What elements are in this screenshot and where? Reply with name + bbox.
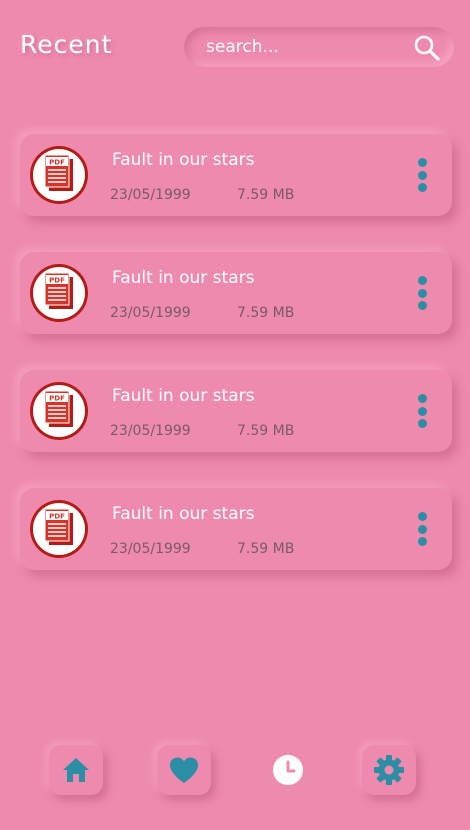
more-dot (417, 170, 427, 180)
home-icon (63, 758, 89, 782)
file-name: Fault in our stars (112, 268, 255, 288)
more-dot (417, 406, 427, 416)
nav-recent-button[interactable] (261, 745, 315, 795)
pdf-file-icon: PDF (30, 382, 88, 440)
gear-icon (374, 755, 404, 785)
more-options-button[interactable] (408, 512, 436, 546)
nav-favorites-button[interactable] (157, 745, 211, 795)
more-vertical-icon (417, 512, 427, 521)
nav-home-button[interactable] (49, 745, 103, 795)
more-vertical-icon (417, 394, 427, 403)
more-vertical-icon (417, 276, 427, 285)
more-dot (417, 288, 427, 298)
pdf-file-icon: PDF (30, 500, 88, 558)
recent-files-list: PDF Fault in our stars 23/05/1999 7.59 M… (20, 134, 452, 606)
more-dot (417, 301, 427, 310)
file-card[interactable]: PDF Fault in our stars 23/05/1999 7.59 M… (20, 370, 452, 452)
more-vertical-icon (417, 158, 427, 167)
file-name: Fault in our stars (112, 386, 255, 406)
file-size: 7.59 MB (237, 423, 295, 439)
svg-text:PDF: PDF (49, 159, 65, 167)
nav-settings-button[interactable] (362, 745, 416, 795)
file-date: 23/05/1999 (110, 423, 191, 439)
search-icon[interactable] (413, 34, 441, 62)
more-dot (417, 183, 427, 192)
pdf-file-icon: PDF (30, 146, 88, 204)
more-dot (417, 537, 427, 546)
file-name: Fault in our stars (112, 504, 255, 524)
more-dot (417, 419, 427, 428)
file-size: 7.59 MB (237, 305, 295, 321)
file-card[interactable]: PDF Fault in our stars 23/05/1999 7.59 M… (20, 488, 452, 570)
more-options-button[interactable] (408, 276, 436, 310)
heart-icon (170, 757, 198, 783)
svg-text:PDF: PDF (49, 277, 65, 285)
search-input[interactable] (206, 37, 416, 57)
bottom-navigation (0, 740, 470, 800)
file-date: 23/05/1999 (110, 541, 191, 557)
file-name: Fault in our stars (112, 150, 255, 170)
svg-text:PDF: PDF (49, 395, 65, 403)
file-card[interactable]: PDF Fault in our stars 23/05/1999 7.59 M… (20, 134, 452, 216)
more-dot (417, 524, 427, 534)
file-card[interactable]: PDF Fault in our stars 23/05/1999 7.59 M… (20, 252, 452, 334)
file-size: 7.59 MB (237, 541, 295, 557)
pdf-file-icon: PDF (30, 264, 88, 322)
file-date: 23/05/1999 (110, 305, 191, 321)
file-size: 7.59 MB (237, 187, 295, 203)
svg-text:PDF: PDF (49, 513, 65, 521)
more-options-button[interactable] (408, 394, 436, 428)
file-date: 23/05/1999 (110, 187, 191, 203)
search-bar[interactable] (184, 27, 454, 67)
clock-icon (273, 755, 303, 785)
more-options-button[interactable] (408, 158, 436, 192)
page-title: Recent (20, 30, 113, 59)
